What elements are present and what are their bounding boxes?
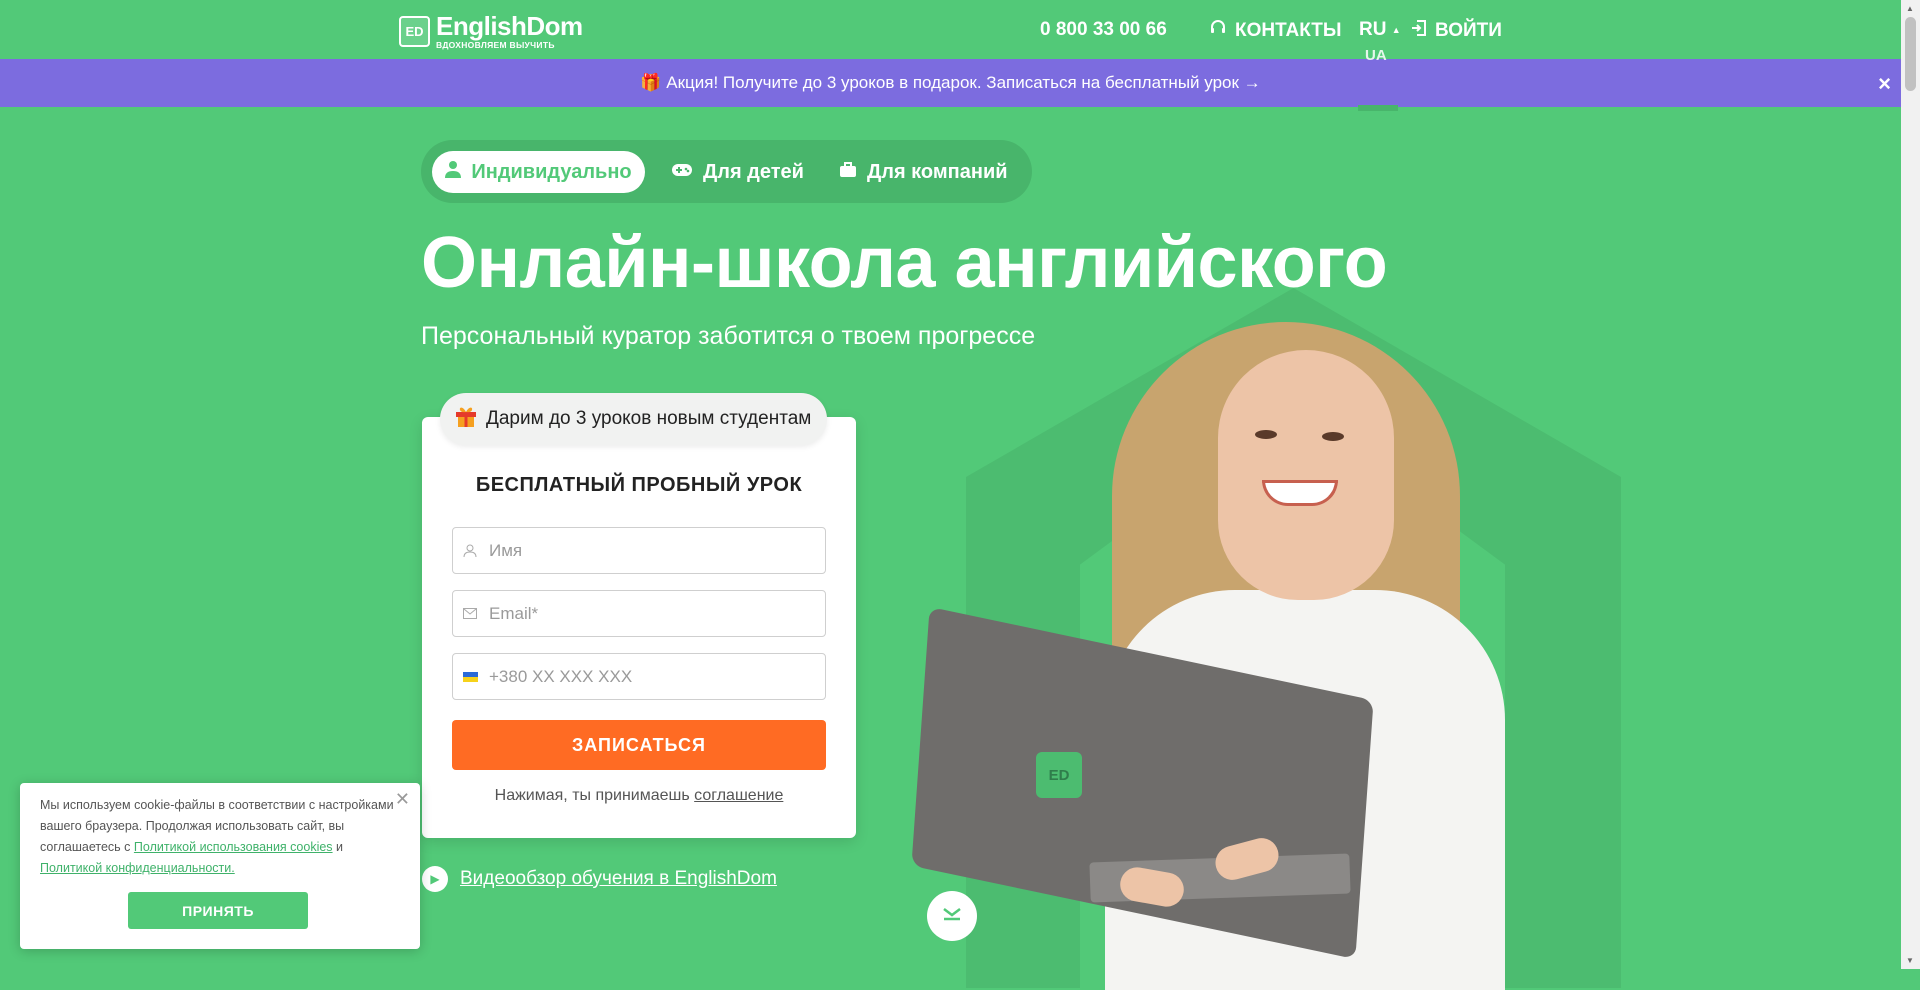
gamepad-icon: [671, 161, 693, 184]
briefcase-icon: [839, 161, 857, 184]
phone-number[interactable]: 0 800 33 00 66: [1040, 19, 1167, 41]
page-title: Онлайн-школа английского: [421, 223, 1388, 303]
phone-field[interactable]: [452, 653, 826, 700]
envelope-icon: [453, 608, 487, 619]
logo[interactable]: ED EnglishDom ВДОХНОВЛЯЕМ ВЫУЧИТЬ: [399, 13, 583, 50]
name-input[interactable]: [487, 539, 811, 562]
close-icon[interactable]: ✕: [395, 789, 410, 810]
laptop-logo: ED: [1036, 752, 1082, 798]
login-link[interactable]: ВОЙТИ: [1411, 19, 1502, 43]
gift-badge: Дарим до 3 уроков новым студентам: [440, 393, 828, 445]
user-icon: [453, 544, 487, 558]
cookie-policy-link[interactable]: Политикой использования cookies: [134, 840, 333, 854]
lang-dropdown-tab: [1358, 105, 1398, 111]
tab-label: Для детей: [703, 160, 804, 183]
logo-tagline: ВДОХНОВЛЯЕМ ВЫУЧИТЬ: [436, 40, 555, 50]
submit-button[interactable]: ЗАПИСАТЬСЯ: [452, 720, 826, 770]
phone-input[interactable]: [487, 665, 811, 688]
form-title: БЕСПЛАТНЫЙ ПРОБНЫЙ УРОК: [475, 474, 803, 496]
privacy-policy-link[interactable]: Политикой конфиденциальности.: [40, 861, 235, 875]
hero-photo-eye: [1255, 430, 1277, 439]
agreement-link[interactable]: соглашение: [694, 787, 783, 804]
cookie-banner: Мы используем cookie-файлы в соответстви…: [20, 783, 420, 949]
accept-cookies-button[interactable]: ПРИНЯТЬ: [128, 892, 308, 929]
cookie-and: и: [336, 840, 344, 854]
page-subtitle: Персональный куратор заботится о твоем п…: [421, 322, 1036, 350]
page-scrollbar[interactable]: ▲ ▼: [1901, 0, 1920, 969]
ukraine-flag-icon[interactable]: [453, 671, 487, 682]
hero-photo-eye: [1322, 432, 1344, 441]
promo-text[interactable]: 🎁 Акция! Получите до 3 уроков в подарок.…: [640, 73, 1260, 93]
promo-bar[interactable]: 🎁 Акция! Получите до 3 уроков в подарок.…: [0, 59, 1901, 107]
cookie-text: Мы используем cookie-файлы в соответстви…: [40, 795, 400, 879]
logo-badge: ED: [399, 15, 430, 47]
close-icon[interactable]: ×: [1878, 71, 1891, 97]
video-review-link[interactable]: ▶ Видеообзор обучения в EnglishDom: [422, 866, 777, 892]
tab-companies[interactable]: Для компаний: [839, 151, 1008, 193]
logo-name: EnglishDom: [436, 11, 583, 41]
audience-tabs: Индивидуально Для детей Для компаний: [421, 140, 1032, 203]
login-label: ВОЙТИ: [1435, 20, 1502, 41]
login-icon: [1411, 19, 1427, 43]
name-field[interactable]: [452, 527, 826, 574]
gift-badge-text: Дарим до 3 уроков новым студентам: [486, 408, 812, 429]
scroll-up-arrow-icon[interactable]: ▲: [1906, 4, 1914, 13]
lang-option-ua[interactable]: UA: [1365, 47, 1387, 64]
contacts-link[interactable]: КОНТАКТЫ: [1209, 19, 1342, 43]
agreement-text: Нажимая, ты принимаешь соглашение: [422, 787, 856, 805]
tab-individual[interactable]: Индивидуально: [432, 151, 645, 193]
email-field[interactable]: [452, 590, 826, 637]
chevron-down-icon: [941, 905, 963, 928]
play-icon: ▶: [422, 866, 448, 892]
person-icon: [445, 160, 462, 184]
gift-icon: [454, 404, 478, 434]
trial-lesson-form: БЕСПЛАТНЫЙ ПРОБНЫЙ УРОК ЗАПИСАТЬСЯ Нажим…: [422, 417, 856, 838]
video-review-label: Видеообзор обучения в EnglishDom: [460, 868, 777, 889]
caret-up-icon: ▲: [1391, 24, 1401, 35]
email-input[interactable]: [487, 602, 811, 625]
lang-current: RU: [1359, 19, 1387, 40]
contacts-label: КОНТАКТЫ: [1235, 20, 1342, 41]
scroll-down-button[interactable]: [927, 891, 977, 941]
agreement-prefix: Нажимая, ты принимаешь: [494, 787, 690, 804]
hero-photo-face: [1218, 350, 1394, 600]
language-switcher[interactable]: RU ▲: [1359, 19, 1401, 41]
scrollbar-thumb[interactable]: [1905, 17, 1916, 91]
headset-icon: [1209, 19, 1227, 43]
scroll-down-arrow-icon[interactable]: ▼: [1906, 956, 1914, 965]
site-header: ED EnglishDom ВДОХНОВЛЯЕМ ВЫУЧИТЬ 0 800 …: [0, 0, 1901, 59]
tab-label: Индивидуально: [471, 160, 632, 183]
tab-label: Для компаний: [867, 160, 1008, 183]
tab-kids[interactable]: Для детей: [671, 151, 804, 193]
